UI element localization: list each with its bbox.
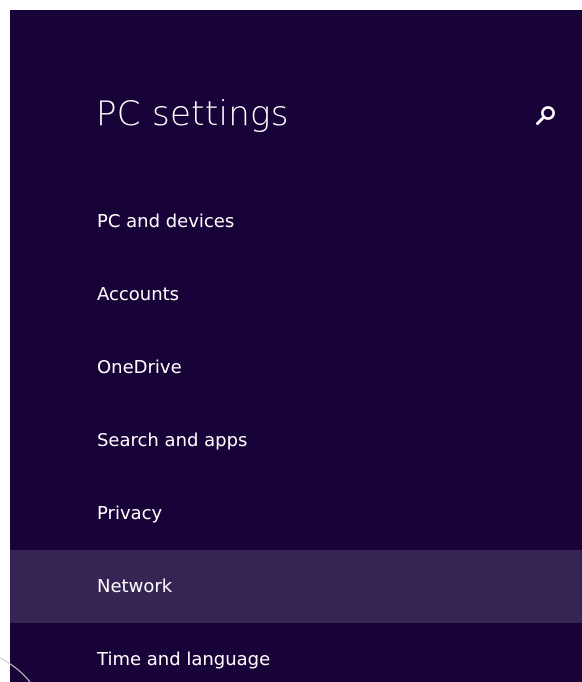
- settings-nav: PC and devices Accounts OneDrive Search …: [10, 185, 582, 682]
- nav-item-pc-and-devices[interactable]: PC and devices: [10, 185, 582, 258]
- nav-item-privacy[interactable]: Privacy: [10, 477, 582, 550]
- nav-item-network[interactable]: Network: [10, 550, 582, 623]
- nav-item-time-and-language[interactable]: Time and language: [10, 623, 582, 682]
- nav-item-accounts[interactable]: Accounts: [10, 258, 582, 331]
- page-title: PC settings: [96, 94, 289, 134]
- corner-arc-decoration: [0, 657, 31, 682]
- pc-settings-pane: PC settings PC and devices Accounts OneD…: [10, 10, 582, 682]
- nav-item-onedrive[interactable]: OneDrive: [10, 331, 582, 404]
- search-icon: [536, 106, 555, 125]
- search-button[interactable]: [533, 103, 559, 129]
- nav-item-search-and-apps[interactable]: Search and apps: [10, 404, 582, 477]
